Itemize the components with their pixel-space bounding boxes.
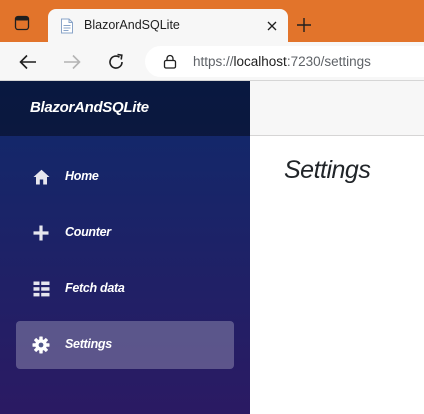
refresh-button[interactable] [104, 50, 128, 74]
lock-icon[interactable] [163, 54, 177, 69]
url-scheme: https:// [193, 54, 234, 69]
url-path: :7230/settings [286, 54, 371, 69]
tab-actions-icon[interactable] [9, 10, 35, 36]
nav-label-settings: Settings [65, 337, 112, 351]
gear-icon [32, 336, 50, 354]
arrow-right-icon [64, 54, 81, 70]
sidebar: BlazorAndSQLite Home Counter Fetch data … [0, 81, 250, 414]
nav-label-home: Home [65, 169, 99, 183]
list-icon [32, 280, 50, 298]
plus-icon [297, 18, 311, 32]
nav-item-settings[interactable]: Settings [16, 321, 234, 369]
nav-item-counter[interactable]: Counter [16, 209, 234, 257]
nav-item-fetch-data[interactable]: Fetch data [16, 265, 234, 313]
url-host: localhost [233, 54, 287, 69]
refresh-icon [109, 53, 123, 69]
back-button[interactable] [16, 50, 40, 74]
brand-title[interactable]: BlazorAndSQLite [30, 99, 149, 116]
browser-tab-strip: BlazorAndSQLite [0, 0, 424, 42]
nav-label-counter: Counter [65, 225, 111, 239]
top-row [250, 81, 424, 136]
nav-item-home[interactable]: Home [16, 153, 234, 201]
url-text: https://localhost:7230/settings [193, 54, 371, 69]
brand-bar: BlazorAndSQLite [0, 81, 250, 136]
forward-button[interactable] [60, 50, 84, 74]
page-icon [60, 18, 74, 34]
page-title: Settings [284, 156, 371, 184]
close-icon[interactable] [264, 18, 280, 34]
tab-title: BlazorAndSQLite [84, 18, 180, 32]
home-icon [32, 168, 50, 186]
browser-tab[interactable]: BlazorAndSQLite [48, 9, 288, 42]
arrow-left-icon [19, 54, 36, 70]
address-bar[interactable]: https://localhost:7230/settings [145, 46, 424, 77]
new-tab-button[interactable] [292, 13, 316, 37]
plus-icon [32, 224, 50, 242]
browser-toolbar: https://localhost:7230/settings [0, 42, 424, 81]
nav-label-fetch-data: Fetch data [65, 281, 125, 295]
